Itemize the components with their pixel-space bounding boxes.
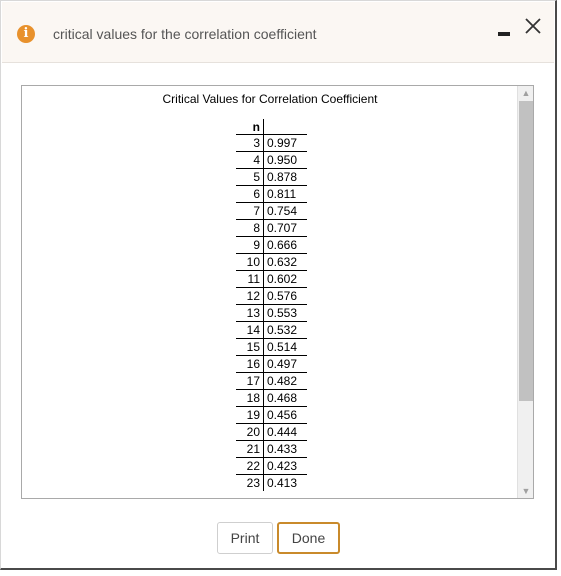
row-value-cell: 0.413: [267, 476, 298, 490]
row-value-cell: 0.514: [267, 340, 298, 354]
row-value-cell: 0.497: [267, 357, 298, 371]
column-header-n: n: [236, 119, 264, 135]
row-value-cell: 0.602: [267, 272, 298, 286]
row-n-cell: 7: [236, 202, 264, 220]
row-n-cell: 9: [236, 236, 264, 254]
row-n-cell: 17: [236, 372, 264, 390]
vertical-scrollbar[interactable]: ▲ ▼: [517, 86, 533, 498]
table-row: 11 0.602: [236, 270, 307, 288]
row-n-cell: 8: [236, 219, 264, 237]
row-value-cell: 0.468: [267, 391, 298, 405]
print-button[interactable]: Print: [217, 522, 273, 554]
row-n-cell: 16: [236, 355, 264, 373]
row-n-cell: 18: [236, 389, 264, 407]
scroll-down-arrow-icon[interactable]: ▼: [518, 484, 533, 498]
row-n-cell: 3: [236, 134, 264, 152]
row-n-cell: 4: [236, 151, 264, 169]
row-n-cell: 6: [236, 185, 264, 203]
table-row: 15 0.514: [236, 338, 307, 356]
table-row: 18 0.468: [236, 389, 307, 407]
row-value-cell: 0.532: [267, 323, 298, 337]
table-row: 4 0.950: [236, 151, 307, 169]
table-row: 3 0.997: [236, 134, 307, 152]
row-n-cell: 12: [236, 287, 264, 305]
table-row: 21 0.433: [236, 440, 307, 458]
dialog: i critical values for the correlation co…: [0, 0, 557, 570]
table-header-row: n: [236, 119, 307, 135]
table-row: 13 0.553: [236, 304, 307, 322]
row-n-cell: 15: [236, 338, 264, 356]
table-row: 5 0.878: [236, 168, 307, 186]
table-row: 10 0.632: [236, 253, 307, 271]
table-row: 9 0.666: [236, 236, 307, 254]
row-n-cell: 14: [236, 321, 264, 339]
row-n-cell: 21: [236, 440, 264, 458]
info-icon: i: [17, 25, 35, 43]
table-row: 6 0.811: [236, 185, 307, 203]
critical-values-table: n 3 0.997 4 0.950 5 0.878 6 0.811 7 0.754 8 0.707 9 0…: [236, 119, 307, 491]
scroll-up-arrow-icon[interactable]: ▲: [518, 86, 533, 100]
row-n-cell: 5: [236, 168, 264, 186]
column-header-value: [264, 119, 308, 135]
scroll-thumb[interactable]: [519, 101, 533, 401]
row-value-cell: 0.707: [267, 221, 298, 235]
row-n-cell: 20: [236, 423, 264, 441]
row-value-cell: 0.444: [267, 425, 298, 439]
row-value-cell: 0.811: [267, 187, 297, 201]
row-value-cell: 0.576: [267, 289, 298, 303]
table-row: 23 0.413: [236, 474, 307, 491]
table-row: 12 0.576: [236, 287, 307, 305]
row-value-cell: 0.632: [267, 255, 298, 269]
row-value-cell: 0.754: [267, 204, 298, 218]
dialog-titlebar: i critical values for the correlation co…: [2, 2, 554, 63]
row-value-cell: 0.456: [267, 408, 298, 422]
table-row: 14 0.532: [236, 321, 307, 339]
row-value-cell: 0.553: [267, 306, 298, 320]
table-content[interactable]: Critical Values for Correlation Coeffici…: [22, 86, 518, 498]
row-value-cell: 0.666: [267, 238, 298, 252]
table-row: 7 0.754: [236, 202, 307, 220]
minimize-icon[interactable]: [496, 20, 520, 44]
row-value-cell: 0.482: [267, 374, 298, 388]
table-viewer: Critical Values for Correlation Coeffici…: [21, 85, 534, 499]
row-value-cell: 0.950: [267, 153, 298, 167]
row-value-cell: 0.423: [267, 459, 298, 473]
table-row: 20 0.444: [236, 423, 307, 441]
row-n-cell: 23: [236, 474, 264, 491]
table-row: 17 0.482: [236, 372, 307, 390]
dialog-title: critical values for the correlation coef…: [53, 26, 317, 42]
table-row: 19 0.456: [236, 406, 307, 424]
table-row: 16 0.497: [236, 355, 307, 373]
row-n-cell: 22: [236, 457, 264, 475]
row-value-cell: 0.878: [267, 170, 298, 184]
done-button[interactable]: Done: [277, 522, 340, 554]
row-n-cell: 13: [236, 304, 264, 322]
table-row: 8 0.707: [236, 219, 307, 237]
row-value-cell: 0.433: [267, 442, 298, 456]
row-value-cell: 0.997: [267, 136, 298, 150]
row-n-cell: 10: [236, 253, 264, 271]
table-title: Critical Values for Correlation Coeffici…: [162, 92, 378, 106]
row-n-cell: 19: [236, 406, 264, 424]
row-n-cell: 11: [236, 270, 264, 288]
close-icon[interactable]: [521, 14, 545, 38]
table-row: 22 0.423: [236, 457, 307, 475]
